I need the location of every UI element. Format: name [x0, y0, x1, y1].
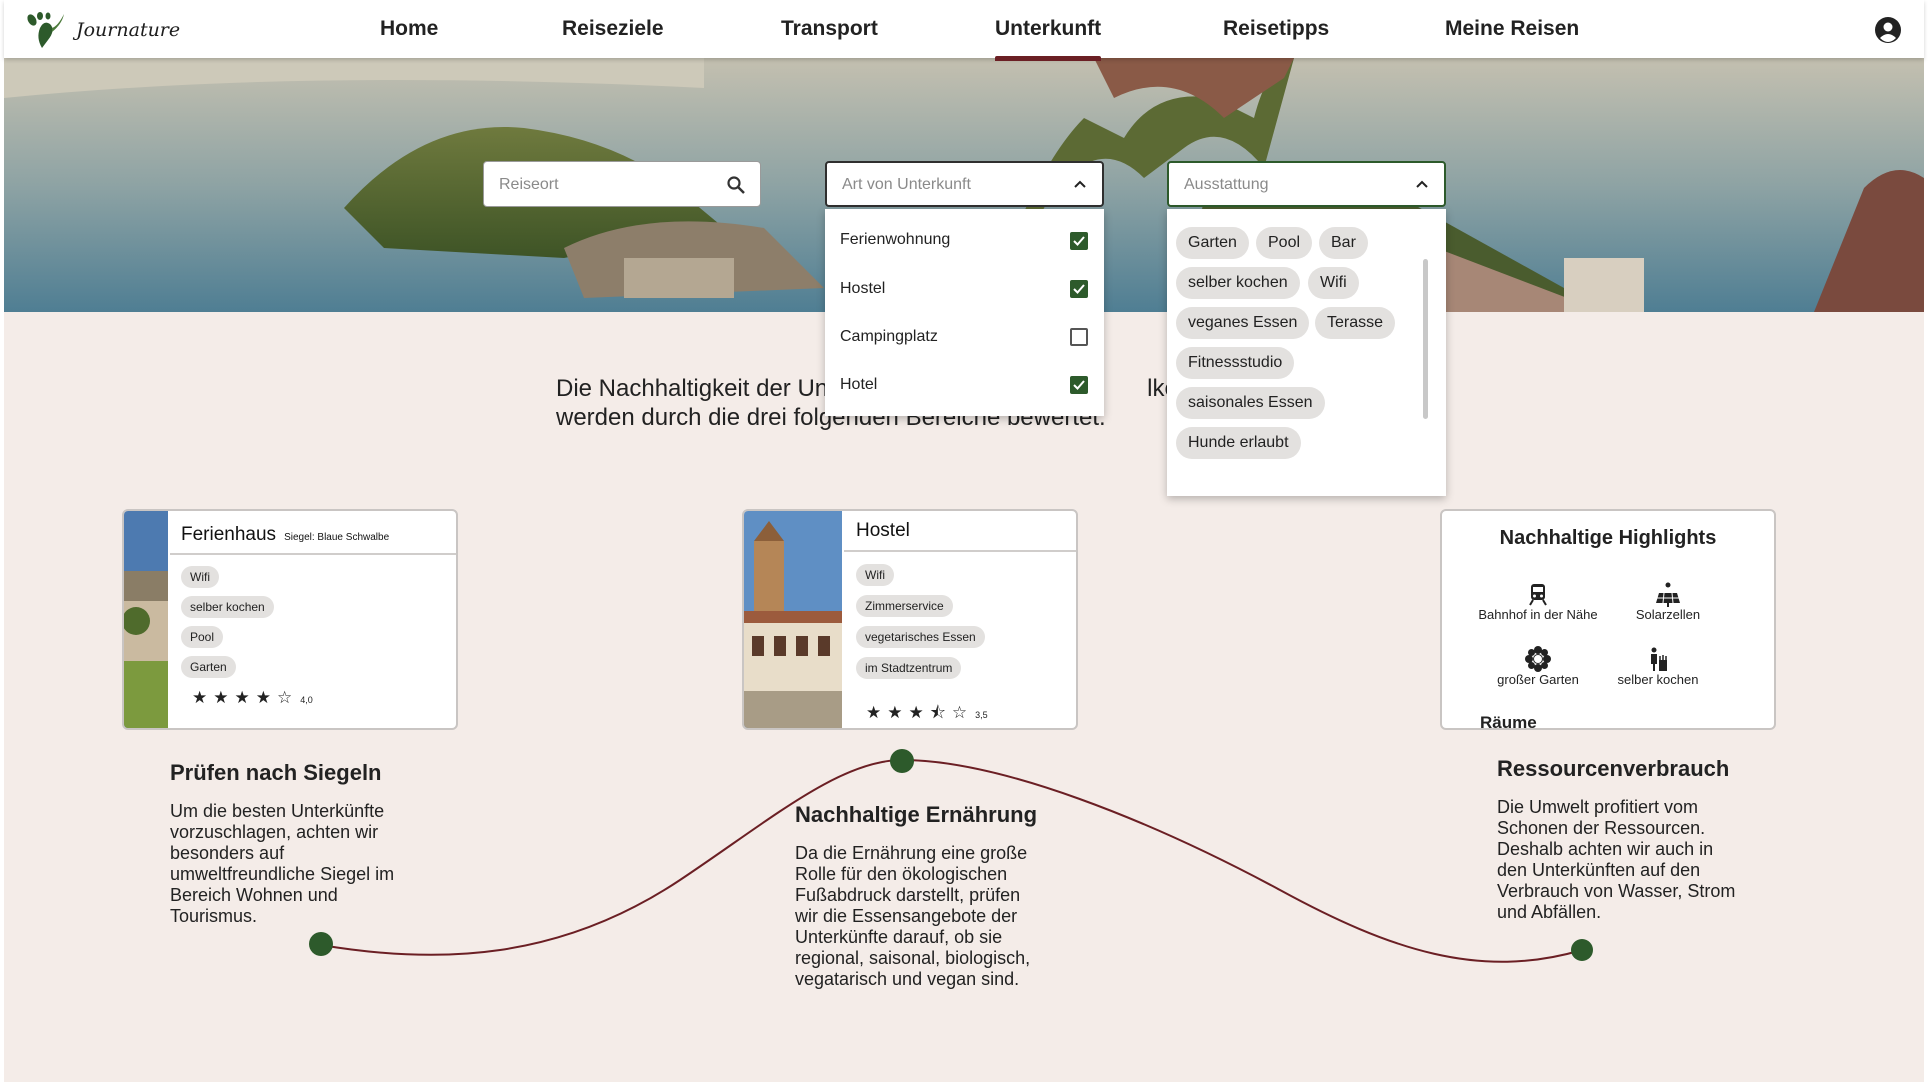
timeline-dot-ressourcen: [1571, 939, 1593, 961]
chip-pool[interactable]: Pool: [1256, 227, 1313, 259]
tag-wifi: Wifi: [856, 564, 894, 586]
nav-transport[interactable]: Transport: [781, 17, 878, 41]
hotel-checkbox[interactable]: [1070, 376, 1088, 394]
top-navigation: Journature Home Reiseziele Transport Unt…: [4, 0, 1924, 61]
highlight-solarzellen: Solarzellen: [1598, 581, 1738, 622]
reiseort-search-input[interactable]: Reiseort: [483, 161, 761, 207]
card-divider: [170, 553, 456, 555]
train-icon: [1529, 584, 1547, 606]
chip-bar[interactable]: Bar: [1319, 227, 1368, 259]
highlight-label: selber kochen: [1617, 672, 1699, 687]
tag-garten: Garten: [181, 656, 236, 678]
ausstattung-dropdown: Garten Pool Bar selber kochen Wifi vegan…: [1167, 209, 1446, 496]
unterkunft-dropdown: Ferienwohnung Hostel Campingplatz Hotel: [825, 209, 1104, 416]
highlights-card[interactable]: Nachhaltige Highlights Bahnhof in der Nä…: [1440, 509, 1776, 730]
dropdown-scrollbar[interactable]: [1423, 259, 1428, 419]
section-body-siegel: Um die besten Unterkünfte vorzuschlagen,…: [170, 801, 395, 926]
highlights-title: Nachhaltige Highlights: [1499, 527, 1717, 549]
footprint-leaf-icon: [27, 12, 64, 48]
cooking-icon: [1651, 647, 1667, 671]
option-hostel[interactable]: Hostel: [840, 280, 885, 298]
account-circle-icon: [1875, 17, 1901, 43]
section-body-ressourcen: Die Umwelt profitiert vom Schonen der Re…: [1497, 797, 1736, 922]
brand-logo[interactable]: Journature: [22, 10, 180, 50]
section-title-siegel: Prüfen nach Siegeln: [170, 760, 382, 785]
option-ferienwohnung[interactable]: Ferienwohnung: [840, 231, 950, 249]
reiseort-placeholder: Reiseort: [499, 176, 559, 193]
section-title-ernaehrung: Nachhaltige Ernährung: [795, 802, 1038, 827]
solar-panel-icon: [1656, 582, 1680, 607]
chip-selber-kochen[interactable]: selber kochen: [1176, 267, 1300, 299]
section-title-ressourcen: Ressourcenverbrauch: [1497, 756, 1730, 781]
chip-garten[interactable]: Garten: [1176, 227, 1249, 259]
rating-value: 4,0: [300, 695, 313, 705]
highlight-label: Solarzellen: [1635, 607, 1701, 622]
section-body-ernaehrung: Da die Ernährung eine große Rolle für de…: [795, 843, 1031, 989]
chip-terasse[interactable]: Terasse: [1315, 307, 1396, 339]
highlight-cut-text: Räume: [1480, 713, 1537, 730]
hostel-title: Hostel: [856, 520, 910, 541]
option-campingplatz[interactable]: Campingplatz: [840, 328, 938, 346]
nav-reisetipps[interactable]: Reisetipps: [1223, 17, 1329, 41]
hostel-card[interactable]: Hostel Wifi Zimmerservice vegetarisches …: [742, 509, 1078, 730]
tag-selber-kochen: selber kochen: [181, 596, 274, 618]
ferienhaus-card[interactable]: Ferienhaus Siegel: Blaue Schwalbe Wifi se…: [122, 509, 458, 730]
ausstattung-select[interactable]: Ausstattung: [1167, 161, 1446, 207]
tag-zimmerservice: Zimmerservice: [856, 595, 953, 617]
highlight-garten: großer Garten: [1468, 646, 1608, 687]
search-icon[interactable]: [726, 175, 746, 195]
highlight-label: großer Garten: [1497, 672, 1579, 687]
timeline-dot-ernaehrung: [890, 749, 914, 773]
rating-value: 3,5: [975, 710, 988, 720]
chip-hunde-erlaubt[interactable]: Hunde erlaubt: [1176, 427, 1301, 459]
hostel-checkbox[interactable]: [1070, 280, 1088, 298]
campingplatz-checkbox[interactable]: [1070, 328, 1088, 346]
highlight-bahnhof: Bahnhof in der Nähe: [1468, 581, 1608, 622]
nav-unterkunft[interactable]: Unterkunft: [995, 17, 1102, 61]
star-rating: ★★★★☆ 4,0: [192, 688, 313, 707]
nav-meine-reisen[interactable]: Meine Reisen: [1445, 17, 1579, 41]
chevron-up-icon[interactable]: [1414, 176, 1430, 192]
ferienhaus-photo: [124, 511, 168, 728]
tag-pool: Pool: [181, 626, 224, 648]
option-hotel[interactable]: Hotel: [840, 376, 877, 394]
brand-name: Journature: [76, 19, 181, 41]
nav-home[interactable]: Home: [380, 17, 438, 41]
siegel-label: Siegel: Blaue Schwalbe: [284, 532, 390, 543]
tag-vegetarisches-essen: vegetarisches Essen: [856, 626, 985, 648]
hostel-photo: [744, 511, 842, 728]
ausstattung-placeholder: Ausstattung: [1184, 176, 1269, 193]
chip-saisonales-essen[interactable]: saisonales Essen: [1176, 387, 1325, 419]
nav-reiseziele[interactable]: Reiseziele: [562, 17, 664, 41]
ferienwohnung-checkbox[interactable]: [1070, 232, 1088, 250]
unterkunft-placeholder: Art von Unterkunft: [842, 176, 971, 193]
chip-wifi[interactable]: Wifi: [1308, 267, 1359, 299]
highlight-label: Bahnhof in der Nähe: [1478, 607, 1598, 622]
flower-icon: [1525, 646, 1551, 672]
card-divider: [844, 550, 1076, 552]
tag-im-stadtzentrum: im Stadtzentrum: [856, 657, 962, 679]
chip-veganes-essen[interactable]: veganes Essen: [1176, 307, 1310, 339]
intro-line1-start: Die Nachhaltigkeit der Un: [556, 375, 829, 402]
star-rating: ★★★⯪☆ 3,5: [866, 703, 988, 722]
chevron-up-icon[interactable]: [1072, 176, 1088, 192]
unterkunft-select[interactable]: Art von Unterkunft: [825, 161, 1104, 207]
highlight-selber-kochen: selber kochen: [1588, 646, 1728, 687]
timeline-dot-siegel: [309, 932, 333, 956]
profile-button[interactable]: [1874, 16, 1902, 49]
tag-wifi: Wifi: [181, 566, 219, 588]
chip-fitnessstudio[interactable]: Fitnessstudio: [1176, 347, 1295, 379]
ferienhaus-title: Ferienhaus Siegel: Blaue Schwalbe: [181, 524, 390, 545]
